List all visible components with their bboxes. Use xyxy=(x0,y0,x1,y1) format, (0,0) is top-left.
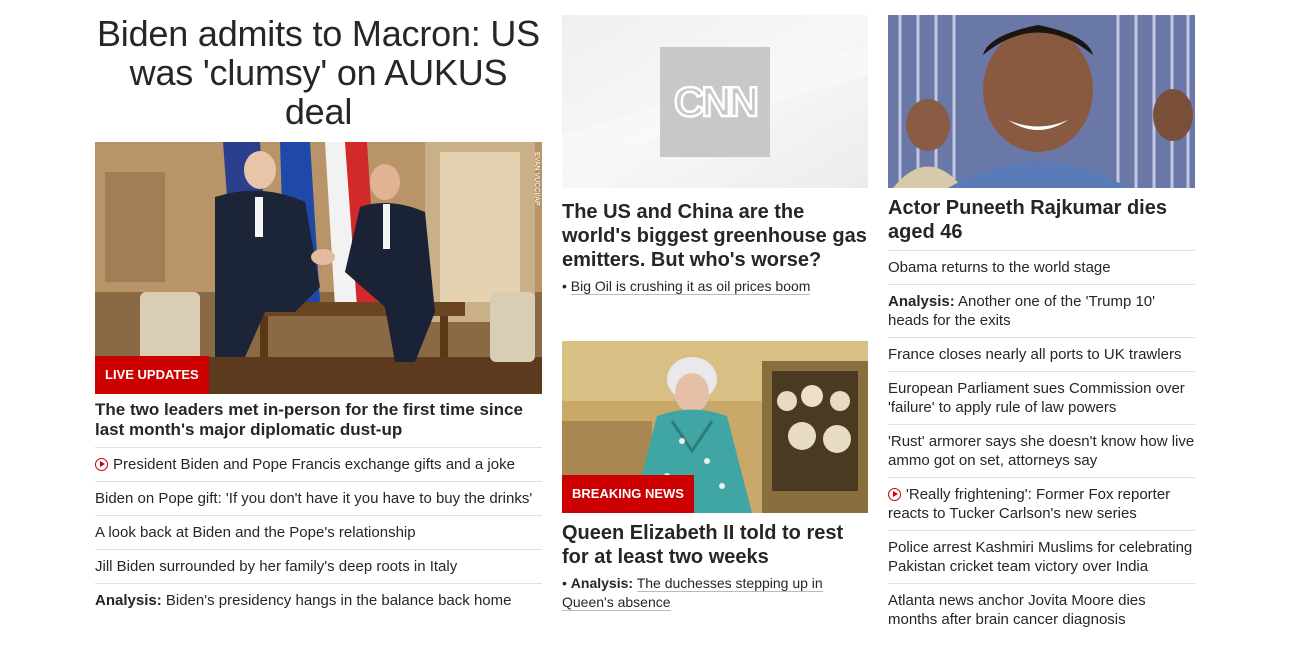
list-item[interactable]: Obama returns to the world stage xyxy=(888,250,1195,284)
photo-credit: EVAN VUCCI/AP xyxy=(533,152,540,206)
queen-photo[interactable]: BREAKING NEWS xyxy=(562,341,868,513)
puneeth-rajkumar-photo xyxy=(888,15,1195,188)
list-item[interactable]: Analysis: Another one of the 'Trump 10' … xyxy=(888,284,1195,337)
rajkumar-photo[interactable] xyxy=(888,15,1195,188)
list-item[interactable]: Jill Biden surrounded by her family's de… xyxy=(95,549,542,583)
list-item[interactable]: Police arrest Kashmiri Muslims for celeb… xyxy=(888,530,1195,583)
link-text[interactable]: Biden on Pope gift: 'If you don't have i… xyxy=(95,490,532,507)
list-item[interactable]: Atlanta news anchor Jovita Moore dies mo… xyxy=(888,583,1195,636)
queen-headline[interactable]: Queen Elizabeth II told to rest for at l… xyxy=(562,521,868,569)
rajkumar-headline[interactable]: Actor Puneeth Rajkumar dies aged 46 xyxy=(888,196,1195,244)
list-item[interactable]: European Parliament sues Commission over… xyxy=(888,371,1195,424)
list-item[interactable]: 'Rust' armorer says she doesn't know how… xyxy=(888,424,1195,477)
link-text[interactable]: Police arrest Kashmiri Muslims for celeb… xyxy=(888,539,1192,575)
cnn-logo-text: CNN xyxy=(674,78,757,125)
breaking-news-badge[interactable]: BREAKING NEWS xyxy=(562,475,694,513)
analysis-label: Analysis: xyxy=(570,575,634,591)
right-links: Obama returns to the world stage Analysi… xyxy=(888,250,1195,636)
list-item[interactable]: France closes nearly all ports to UK tra… xyxy=(888,337,1195,371)
list-item[interactable]: President Biden and Pope Francis exchang… xyxy=(95,447,542,481)
lead-photo[interactable]: EVAN VUCCI/AP LIVE UPDATES xyxy=(95,142,542,394)
list-item[interactable]: Analysis: Biden's presidency hangs in th… xyxy=(95,583,542,617)
climate-headline[interactable]: The US and China are the world's biggest… xyxy=(562,200,868,272)
analysis-label: Analysis: xyxy=(888,293,955,310)
live-updates-badge[interactable]: LIVE UPDATES xyxy=(95,356,209,394)
list-item[interactable]: A look back at Biden and the Pope's rela… xyxy=(95,515,542,549)
link-text[interactable]: Jill Biden surrounded by her family's de… xyxy=(95,558,457,575)
link-text[interactable]: Obama returns to the world stage xyxy=(888,259,1111,276)
link-text[interactable]: 'Really frightening': Former Fox reporte… xyxy=(888,486,1170,522)
play-icon xyxy=(888,488,901,501)
lead-headline[interactable]: Biden admits to Macron: US was 'clumsy' … xyxy=(95,14,542,131)
list-item[interactable]: 'Really frightening': Former Fox reporte… xyxy=(888,477,1195,530)
list-item[interactable]: Biden on Pope gift: 'If you don't have i… xyxy=(95,481,542,515)
link-text[interactable]: A look back at Biden and the Pope's rela… xyxy=(95,524,416,541)
analysis-label: Analysis: xyxy=(95,592,162,609)
bullet: • xyxy=(562,278,567,294)
link-text[interactable]: Big Oil is crushing it as oil prices boo… xyxy=(570,278,811,295)
link-text[interactable]: President Biden and Pope Francis exchang… xyxy=(113,456,515,473)
cnn-logo-image: CNN xyxy=(562,15,868,188)
link-text[interactable]: Biden's presidency hangs in the balance … xyxy=(166,592,512,609)
bullet: • xyxy=(562,575,567,591)
queen-related-link[interactable]: • Analysis: The duchesses stepping up in… xyxy=(562,574,868,612)
link-text[interactable]: 'Rust' armorer says she doesn't know how… xyxy=(888,433,1194,469)
link-text[interactable]: France closes nearly all ports to UK tra… xyxy=(888,346,1181,363)
link-text[interactable]: Atlanta news anchor Jovita Moore dies mo… xyxy=(888,592,1146,628)
lead-related-links: President Biden and Pope Francis exchang… xyxy=(95,447,542,617)
cnn-placeholder-image[interactable]: CNN xyxy=(562,15,868,188)
link-text[interactable]: European Parliament sues Commission over… xyxy=(888,380,1185,416)
play-icon xyxy=(95,458,108,471)
lead-subheadline[interactable]: The two leaders met in-person for the fi… xyxy=(95,400,542,440)
climate-related-link[interactable]: • Big Oil is crushing it as oil prices b… xyxy=(562,277,868,296)
